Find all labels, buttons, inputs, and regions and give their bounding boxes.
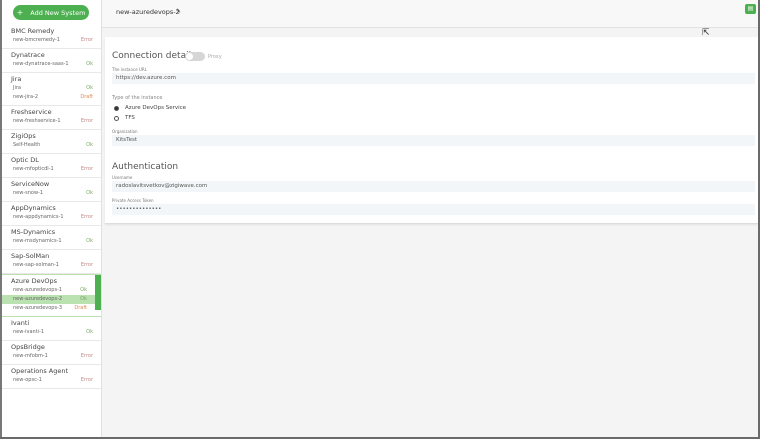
group-bmc-remedy: BMC Remedy new-bmcremedy-1 Error	[2, 25, 101, 49]
system-item[interactable]: new-msdynamics-1 Ok	[2, 237, 101, 246]
group-title[interactable]: AppDynamics	[2, 202, 101, 213]
group-title[interactable]: Sap-SolMan	[2, 250, 101, 261]
radio-label: Azure DevOps Service	[125, 105, 187, 111]
status-badge: Ok	[86, 190, 93, 196]
plus-icon: +	[16, 7, 24, 17]
group-title[interactable]: OpsBridge	[2, 341, 101, 352]
group-title[interactable]: Azure DevOps	[2, 275, 101, 286]
system-item-selected[interactable]: new-azuredevops-2 Ok	[2, 295, 101, 304]
group-azure-devops: Azure DevOps new-azuredevops-1 Ok new-azu…	[2, 274, 101, 317]
group-optic-dl: Optic DL new-mfopticdl-1 Error	[2, 154, 101, 178]
add-new-system-label: Add New System	[30, 8, 86, 17]
group-title[interactable]: ServiceNow	[2, 178, 101, 189]
group-ivanti: Ivanti new-ivanti-1 Ok	[2, 317, 101, 341]
instance-url-label: The instance URL	[112, 67, 147, 72]
system-item[interactable]: Self-Health Ok	[2, 141, 101, 150]
instance-type-label: Type of the instance	[112, 95, 163, 101]
organization-label: Organization	[112, 129, 138, 134]
status-badge: Draft	[74, 305, 87, 311]
pencil-icon[interactable]: ✎	[176, 8, 181, 15]
system-item[interactable]: new-snow-1 Ok	[2, 189, 101, 198]
status-badge: Ok	[86, 238, 93, 244]
group-sap-solman: Sap-SolMan new-sap-solman-1 Error	[2, 250, 101, 274]
proxy-label: Proxy	[208, 54, 222, 60]
status-badge: Error	[80, 262, 93, 268]
window-edge	[0, 0, 2, 439]
toggle-knob	[186, 53, 193, 60]
save-icon[interactable]: ▤	[745, 4, 756, 14]
status-badge: Error	[80, 214, 93, 220]
systems-list: BMC Remedy new-bmcremedy-1 Error Dynatrac…	[2, 25, 101, 389]
group-title[interactable]: Freshservice	[2, 106, 101, 117]
status-badge: Ok	[80, 296, 87, 302]
system-item[interactable]: new-azuredevops-3 Draft	[2, 304, 101, 313]
group-title[interactable]: BMC Remedy	[2, 25, 101, 36]
settings-panel: Connection details Proxy The instance UR…	[105, 37, 758, 224]
status-badge: Ok	[86, 61, 93, 67]
system-item[interactable]: new-sap-solman-1 Error	[2, 261, 101, 270]
proxy-toggle[interactable]	[185, 52, 205, 61]
system-item[interactable]: new-freshservice-1 Error	[2, 117, 101, 126]
system-header: new-azuredevops-2 ✎ ▤	[102, 0, 758, 28]
group-title[interactable]: Dynatrace	[2, 49, 101, 60]
status-badge: Error	[80, 377, 93, 383]
status-badge: Ok	[86, 142, 93, 148]
system-item[interactable]: new-opsc-1 Error	[2, 376, 101, 385]
system-item[interactable]: new-jira-2 Draft	[2, 93, 101, 102]
system-name-title: new-azuredevops-2	[116, 8, 180, 16]
system-item[interactable]: new-mfopticdl-1 Error	[2, 165, 101, 174]
organization-field[interactable]: KitsTest	[112, 135, 755, 146]
status-badge: Ok	[80, 287, 87, 293]
radio-azure-devops-service[interactable]	[114, 106, 119, 111]
group-servicenow: ServiceNow new-snow-1 Ok	[2, 178, 101, 202]
username-field[interactable]: radoslavitsvetkov@zigiwave.com	[112, 181, 755, 192]
status-badge: Error	[80, 353, 93, 359]
system-item[interactable]: Jira Ok	[2, 84, 101, 93]
system-item[interactable]: new-azuredevops-1 Ok	[2, 286, 101, 295]
connection-details-title: Connection details	[112, 51, 196, 61]
radio-tfs[interactable]	[114, 116, 119, 121]
group-jira: Jira Jira Ok new-jira-2 Draft	[2, 73, 101, 106]
group-add-strip[interactable]	[95, 275, 101, 310]
group-zigiops: ZigiOps Self-Health Ok	[2, 130, 101, 154]
system-item[interactable]: new-bmcremedy-1 Error	[2, 36, 101, 45]
system-item[interactable]: new-appdynamics-1 Error	[2, 213, 101, 222]
status-badge: Error	[80, 118, 93, 124]
group-title[interactable]: Optic DL	[2, 154, 101, 165]
authentication-title: Authentication	[112, 162, 179, 172]
group-title[interactable]: MS-Dynamics	[2, 226, 101, 237]
group-operations-agent: Operations Agent new-opsc-1 Error	[2, 365, 101, 389]
group-dynatrace: Dynatrace new-dynatrace-saas-1 Ok	[2, 49, 101, 73]
group-title[interactable]: Ivanti	[2, 317, 101, 328]
group-opsbridge: OpsBridge new-mfobm-1 Error	[2, 341, 101, 365]
group-appdynamics: AppDynamics new-appdynamics-1 Error	[2, 202, 101, 226]
token-label: Private Access Token	[112, 198, 154, 203]
add-new-system-button[interactable]: + Add New System	[13, 5, 89, 20]
group-title[interactable]: Operations Agent	[2, 365, 101, 376]
token-field[interactable]: ••••••••••••••	[112, 204, 755, 215]
group-title[interactable]: ZigiOps	[2, 130, 101, 141]
status-badge: Ok	[86, 329, 93, 335]
group-title[interactable]: Jira	[2, 73, 101, 84]
sidebar: + Add New System BMC Remedy new-bmcremed…	[2, 0, 102, 437]
status-badge: Draft	[80, 94, 93, 100]
status-badge: Ok	[86, 85, 93, 91]
status-badge: Error	[80, 166, 93, 172]
radio-label: TFS	[125, 115, 135, 121]
system-item[interactable]: new-ivanti-1 Ok	[2, 328, 101, 337]
username-label: Username	[112, 175, 133, 180]
group-ms-dynamics: MS-Dynamics new-msdynamics-1 Ok	[2, 226, 101, 250]
status-badge: Error	[80, 37, 93, 43]
system-item[interactable]: new-mfobm-1 Error	[2, 352, 101, 361]
system-item[interactable]: new-dynatrace-saas-1 Ok	[2, 60, 101, 69]
group-freshservice: Freshservice new-freshservice-1 Error	[2, 106, 101, 130]
instance-url-field[interactable]: https://dev.azure.com	[112, 73, 755, 84]
